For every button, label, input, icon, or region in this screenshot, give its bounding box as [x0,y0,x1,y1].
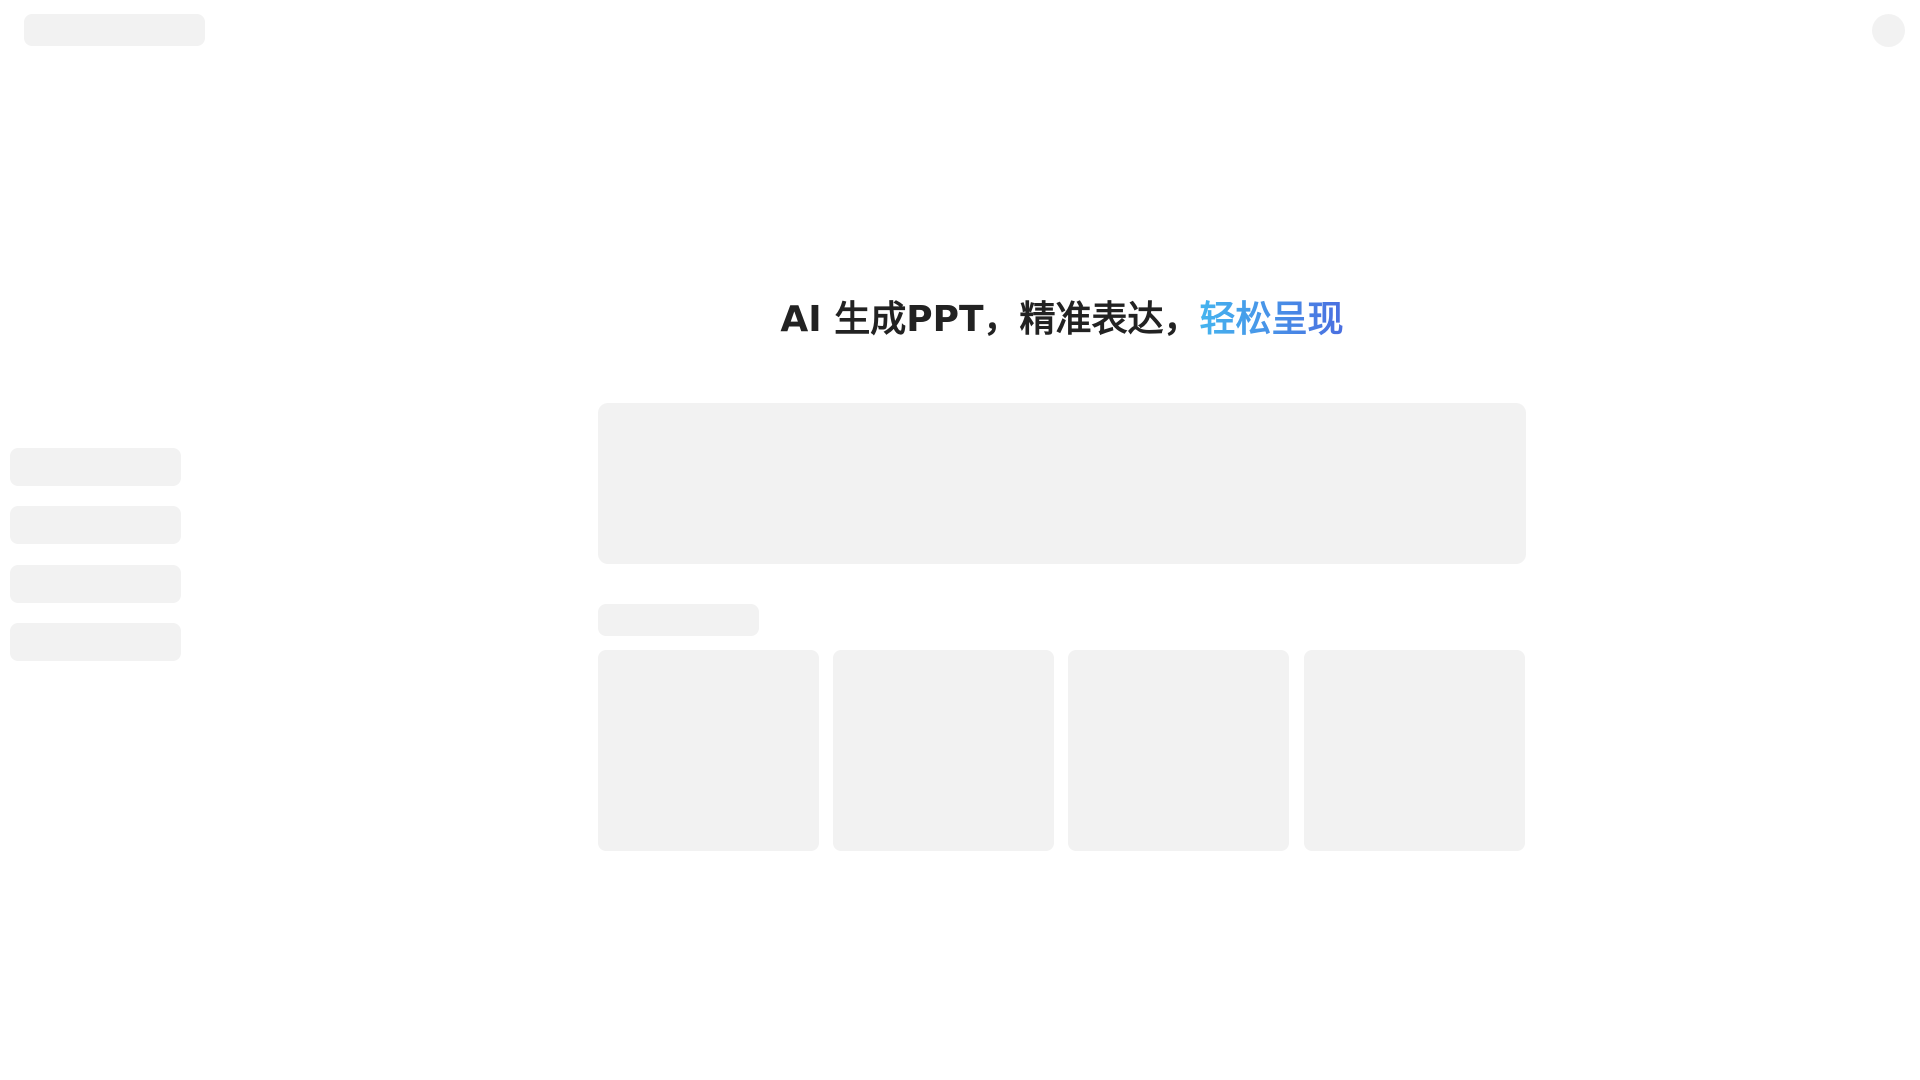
sidebar-item-placeholder [10,448,181,486]
template-card-placeholder [1304,650,1525,851]
avatar-placeholder [1872,14,1905,47]
sidebar-item-placeholder [10,623,181,661]
loading-page: AI 生成PPT，精准表达，轻松呈现 [0,0,1920,1080]
page-title-accent: 轻松呈现 [1199,299,1344,340]
template-card-placeholder [1068,650,1289,851]
section-title-placeholder [598,604,759,636]
sidebar-item-placeholder [10,565,181,603]
page-title: AI 生成PPT，精准表达，轻松呈现 [598,294,1526,346]
template-card-placeholder [598,650,819,851]
template-card-placeholder [833,650,1054,851]
prompt-input-placeholder [598,403,1526,564]
sidebar-item-placeholder [10,506,181,544]
page-title-main: AI 生成PPT，精准表达， [780,299,1200,340]
logo-placeholder [24,14,205,46]
